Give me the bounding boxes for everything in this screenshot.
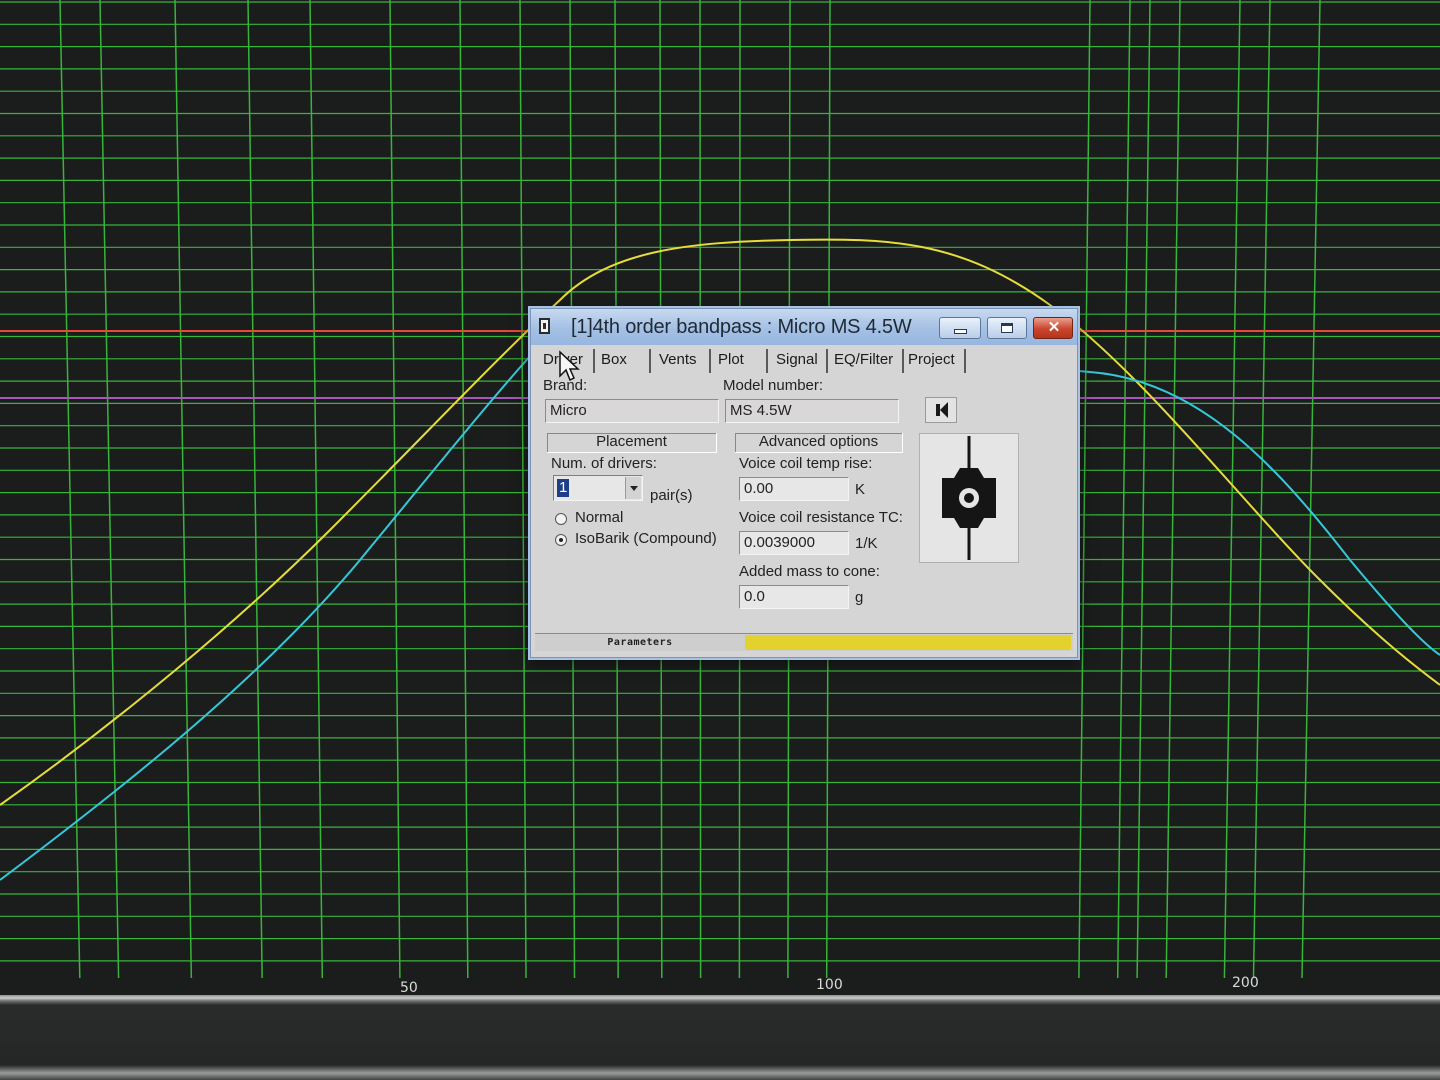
driver-tab-panel: Brand: Micro Model number: MS 4.5W Place… xyxy=(535,373,1073,635)
tab-eq-filter[interactable]: EQ/Filter xyxy=(834,349,904,373)
voice-coil-temp-unit: K xyxy=(855,481,866,498)
grid-line-vertical xyxy=(459,0,469,979)
num-drivers-value[interactable]: 1 xyxy=(557,479,570,497)
radio-isobarik-label[interactable]: IsoBarik (Compound) xyxy=(575,530,717,547)
status-indicator xyxy=(745,635,1071,650)
maximize-icon xyxy=(1001,323,1013,333)
added-mass-unit: g xyxy=(855,589,864,606)
mouse-cursor-icon xyxy=(559,350,580,382)
status-label: Parameters xyxy=(607,637,673,648)
grid-line-vertical xyxy=(247,0,263,979)
grid-line-vertical xyxy=(1116,0,1131,979)
brand-field[interactable]: Micro xyxy=(545,399,719,423)
voice-coil-temp-input[interactable]: 0.00 xyxy=(739,477,849,501)
minimize-icon xyxy=(954,329,967,334)
dialog-title: [1]4th order bandpass : Micro MS 4.5W xyxy=(571,316,912,338)
driver-preview xyxy=(919,433,1019,563)
grid-line-vertical xyxy=(1078,0,1091,979)
tab-plot[interactable]: Plot xyxy=(718,349,768,373)
grid-line-vertical xyxy=(1223,0,1241,979)
added-mass-input[interactable]: 0.0 xyxy=(739,585,849,609)
model-number-label: Model number: xyxy=(723,377,824,394)
resistance-tc-input[interactable]: 0.0039000 xyxy=(739,531,849,555)
num-drivers-combo[interactable]: 1 xyxy=(553,475,643,501)
radio-isobarik[interactable] xyxy=(555,534,567,546)
added-mass-label: Added mass to cone: xyxy=(739,563,880,580)
num-drivers-label: Num. of drivers: xyxy=(551,455,657,472)
maximize-button[interactable] xyxy=(987,317,1027,339)
minimize-button[interactable] xyxy=(939,317,981,339)
grid-line-vertical xyxy=(1301,0,1321,979)
placement-heading: Placement xyxy=(547,433,717,453)
radio-normal-label[interactable]: Normal xyxy=(575,509,623,526)
x-tick-label: 200 xyxy=(1232,975,1259,991)
grid-line-vertical xyxy=(174,0,193,979)
grid-line-vertical xyxy=(519,0,527,979)
advanced-options-heading: Advanced options xyxy=(735,433,903,453)
isobarik-driver-icon xyxy=(942,436,996,560)
speaker-icon xyxy=(936,402,948,418)
x-tick-label: 50 xyxy=(400,980,418,996)
grid-line-vertical xyxy=(1165,0,1181,979)
radio-normal[interactable] xyxy=(555,513,567,525)
resistance-tc-label: Voice coil resistance TC: xyxy=(739,509,903,526)
close-icon: ✕ xyxy=(1047,319,1061,336)
chevron-down-icon[interactable] xyxy=(625,477,641,499)
dialog-titlebar[interactable]: [1]4th order bandpass : Micro MS 4.5W ✕ xyxy=(531,309,1077,345)
app-icon xyxy=(539,318,550,334)
speaker-button[interactable] xyxy=(925,397,957,423)
grid-line-vertical xyxy=(309,0,324,979)
model-number-field[interactable]: MS 4.5W xyxy=(725,399,899,423)
x-tick-label: 100 xyxy=(816,977,843,993)
voice-coil-temp-label: Voice coil temp rise: xyxy=(739,455,873,472)
close-button[interactable]: ✕ xyxy=(1033,317,1073,339)
grid-line-vertical xyxy=(1252,0,1271,979)
grid-line-vertical xyxy=(1136,0,1151,979)
tab-vents[interactable]: Vents xyxy=(659,349,711,373)
resistance-tc-unit: 1/K xyxy=(855,535,878,552)
status-bar: Parameters xyxy=(535,633,1073,651)
grid-line-vertical xyxy=(389,0,401,979)
driver-dialog: [1]4th order bandpass : Micro MS 4.5W ✕ … xyxy=(530,308,1078,658)
tab-box[interactable]: Box xyxy=(601,349,651,373)
grid-line-vertical xyxy=(99,0,120,979)
monitor-bezel xyxy=(0,995,1440,1080)
pairs-unit: pair(s) xyxy=(650,487,693,504)
tab-signal[interactable]: Signal xyxy=(776,349,828,373)
tab-project[interactable]: Project xyxy=(908,349,966,373)
